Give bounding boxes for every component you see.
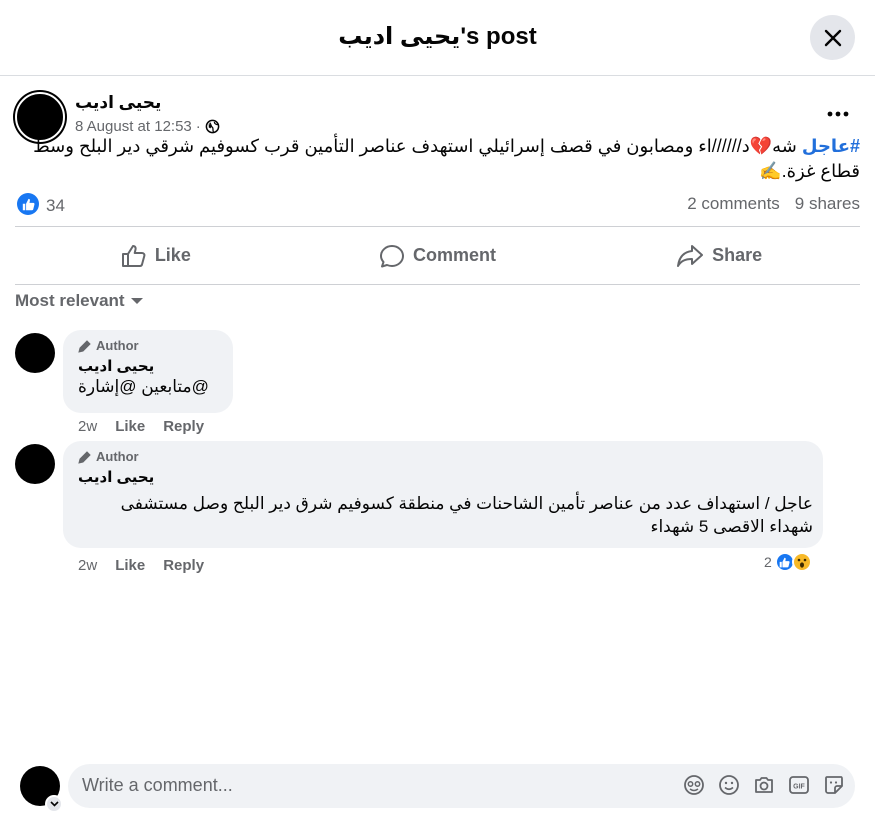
- thumbs-up-icon: [22, 198, 34, 210]
- close-button[interactable]: [810, 15, 855, 60]
- wow-reaction-icon: [791, 552, 812, 572]
- like-count[interactable]: 34: [46, 196, 65, 216]
- author-badge-label: Author: [96, 338, 139, 353]
- gif-icon: GIF: [789, 776, 809, 794]
- comment-like-button[interactable]: Like: [115, 557, 145, 574]
- post-timestamp[interactable]: 8 August at 12:53: [75, 118, 192, 135]
- comment-button[interactable]: Comment: [297, 227, 579, 284]
- close-icon: [824, 29, 841, 46]
- avatar-sticker-button[interactable]: [683, 774, 705, 796]
- shares-count[interactable]: 9 shares: [795, 194, 860, 214]
- sticker-button[interactable]: [823, 774, 845, 796]
- meta-separator: ·: [195, 118, 201, 135]
- svg-text:GIF: GIF: [793, 784, 805, 791]
- share-arrow-icon: [677, 244, 704, 267]
- comment-reaction-count: 2: [764, 554, 772, 570]
- pencil-icon: [78, 450, 91, 464]
- share-button[interactable]: Share: [578, 227, 860, 284]
- post-hashtag[interactable]: #عاجل: [802, 136, 860, 156]
- comment-reactions[interactable]: 2: [764, 552, 812, 572]
- globe-icon: [205, 119, 220, 134]
- comment-time[interactable]: 2w: [78, 557, 97, 574]
- gif-button[interactable]: GIF: [788, 774, 810, 796]
- comment-actions: 2w Like Reply: [78, 418, 204, 435]
- comment-reply-button[interactable]: Reply: [163, 557, 204, 574]
- avatar-sticker-icon: [684, 775, 704, 795]
- more-icon: [827, 111, 849, 117]
- thumbs-up-outline-icon: [121, 244, 146, 267]
- comment-author-name[interactable]: يحيى اديب: [78, 468, 811, 486]
- comment-input[interactable]: [82, 775, 642, 796]
- author-badge: Author: [78, 338, 221, 353]
- reactions-summary: 34 2 comments 9 shares: [15, 191, 860, 217]
- like-button[interactable]: Like: [15, 227, 297, 284]
- comment-composer: GIF: [68, 764, 855, 808]
- comment-like-button[interactable]: Like: [115, 418, 145, 435]
- author-badge-label: Author: [96, 449, 139, 464]
- post-text: #عاجل شه💔د//////اء ومصابون في قصف إسرائي…: [15, 134, 860, 184]
- author-badge: Author: [78, 449, 811, 464]
- camera-icon: [755, 777, 773, 793]
- emoji-button[interactable]: [718, 774, 740, 796]
- composer-tools: GIF: [683, 774, 845, 796]
- comment-bubble-icon: [380, 244, 404, 267]
- photo-button[interactable]: [753, 774, 775, 796]
- like-label: Like: [154, 245, 191, 265]
- comment-time[interactable]: 2w: [78, 418, 97, 435]
- pencil-icon: [78, 339, 91, 353]
- post-body: شه💔د//////اء ومصابون في قصف إسرائيلي است…: [33, 136, 860, 181]
- comment-reply-button[interactable]: Reply: [163, 418, 204, 435]
- comment-actions: 2w Like Reply: [78, 557, 204, 574]
- post-meta: 8 August at 12:53 ·: [75, 118, 220, 135]
- sort-label: Most relevant: [15, 291, 125, 310]
- post-author-name[interactable]: يحيى اديب: [75, 93, 161, 113]
- smiley-icon: [719, 775, 739, 795]
- comment-bubble: Author يحيى اديب عاجل / استهداف عدد من ع…: [63, 441, 823, 548]
- comment-label: Comment: [413, 245, 497, 265]
- comment-sort-dropdown[interactable]: Most relevant: [15, 291, 143, 311]
- comment-bubble: Author يحيى اديب @متابعين @إشارة: [63, 330, 233, 413]
- account-switch-button[interactable]: [45, 795, 63, 813]
- comment-avatar[interactable]: [15, 333, 55, 373]
- share-label: Share: [712, 245, 763, 265]
- dialog-header: يحيى اديب's post: [0, 0, 875, 76]
- dialog-title: يحيى اديب's post: [338, 23, 537, 50]
- comment-text: عاجل / استهداف عدد من عناصر تأمين الشاحن…: [120, 494, 813, 536]
- sticker-icon: [825, 776, 843, 794]
- engagement-counts: 2 comments 9 shares: [687, 194, 860, 214]
- comment-text: @متابعين @إشارة: [78, 377, 209, 396]
- post-action-bar: Like Comment Share: [15, 226, 860, 285]
- comment-author-name[interactable]: يحيى اديب: [78, 357, 221, 375]
- comments-count[interactable]: 2 comments: [687, 194, 780, 214]
- chevron-down-icon: [49, 801, 59, 807]
- like-reaction-badge[interactable]: [17, 193, 39, 215]
- comment-avatar[interactable]: [15, 444, 55, 484]
- post-options-button[interactable]: [822, 100, 854, 128]
- caret-down-icon: [130, 298, 143, 304]
